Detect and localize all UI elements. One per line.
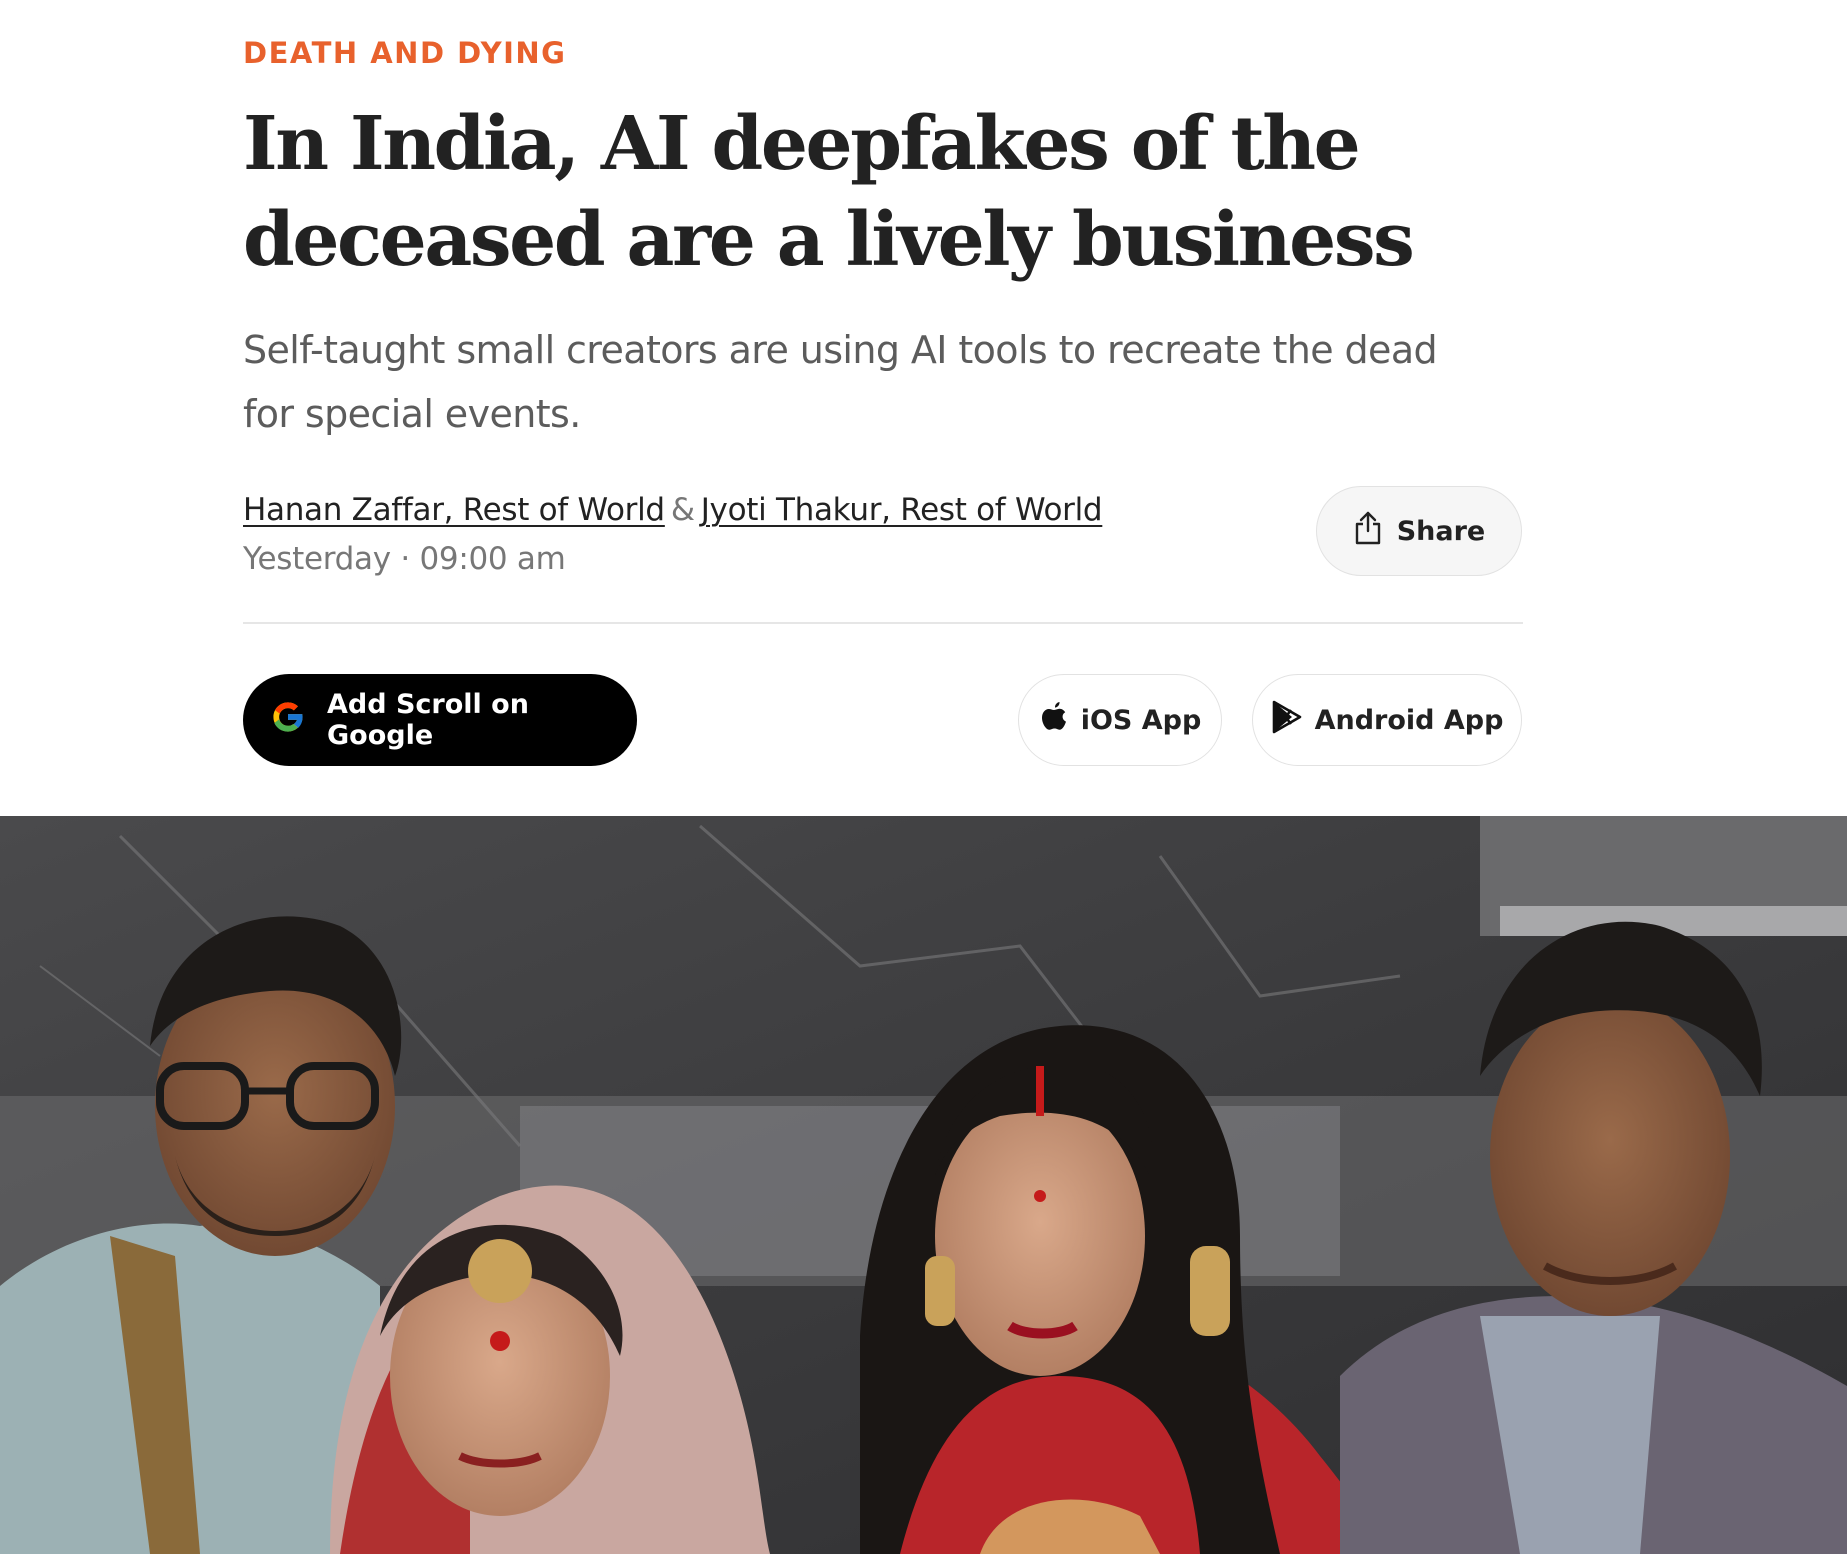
- author-link[interactable]: Jyoti Thakur, Rest of World: [701, 492, 1103, 528]
- headline: In India, AI deepfakes of the deceased a…: [243, 96, 1523, 288]
- ios-app-button[interactable]: iOS App: [1018, 674, 1222, 766]
- standfirst-line: Self-taught small creators are using AI …: [243, 328, 1438, 372]
- author-link[interactable]: Hanan Zaffar, Rest of World: [243, 492, 665, 528]
- google-g-icon: [269, 698, 307, 743]
- article-page: DEATH AND DYING In India, AI deepfakes o…: [0, 0, 1847, 1554]
- share-label: Share: [1396, 515, 1486, 547]
- headline-line: In India, AI deepfakes of the: [243, 101, 1361, 187]
- byline: Hanan Zaffar, Rest of World & Jyoti Thakur…: [243, 488, 1103, 532]
- hero-photo: [0, 816, 1847, 1554]
- share-icon: [1353, 510, 1383, 553]
- android-app-button[interactable]: Android App: [1252, 674, 1522, 766]
- share-button[interactable]: Share: [1316, 486, 1522, 576]
- publish-date: Yesterday · 09:00 am: [243, 537, 566, 581]
- time-text: 09:00 am: [419, 541, 566, 577]
- date-text: Yesterday: [243, 541, 391, 577]
- author-separator: &: [670, 492, 695, 528]
- google-play-icon: [1271, 700, 1303, 741]
- ios-app-label: iOS App: [1080, 704, 1202, 736]
- standfirst-line: for special events.: [243, 392, 581, 436]
- category-link[interactable]: DEATH AND DYING: [243, 36, 566, 70]
- apple-icon: [1039, 700, 1069, 741]
- standfirst: Self-taught small creators are using AI …: [243, 318, 1523, 446]
- android-app-label: Android App: [1314, 704, 1504, 736]
- date-separator: ·: [400, 541, 410, 577]
- google-button-label: Add Scroll on Google: [327, 689, 529, 751]
- headline-line: deceased are a lively business: [243, 197, 1415, 283]
- divider: [243, 622, 1523, 624]
- add-scroll-on-google-button[interactable]: Add Scroll on Google: [243, 674, 637, 766]
